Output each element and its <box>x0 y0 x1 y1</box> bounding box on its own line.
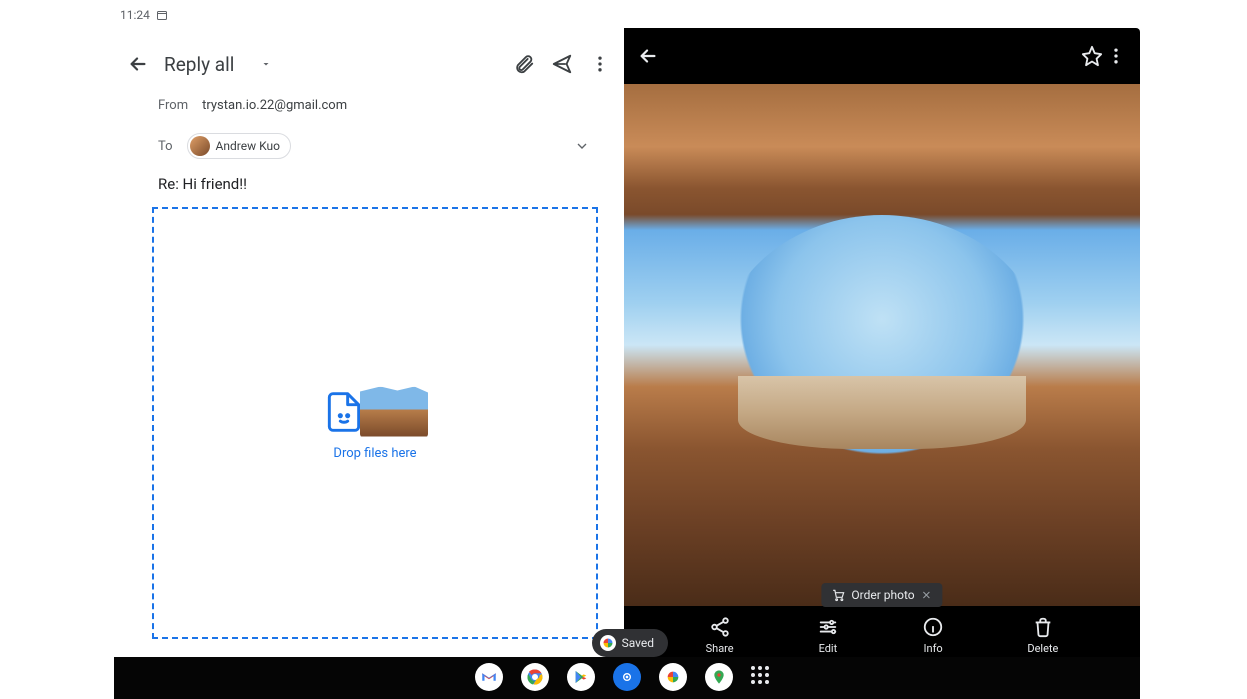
avatar <box>190 136 210 156</box>
to-label: To <box>158 139 173 154</box>
dock-maps[interactable] <box>705 663 733 691</box>
dock <box>0 655 1247 699</box>
drop-text: Drop files here <box>333 446 416 461</box>
from-row: From trystan.io.22@gmail.com <box>114 88 624 123</box>
to-row[interactable]: To Andrew Kuo <box>114 123 624 169</box>
photos-back-button[interactable] <box>636 44 660 68</box>
gmail-compose-pane: Reply all From trystan.io.22@gmail.com T… <box>114 28 624 669</box>
delete-button[interactable]: Delete <box>1027 616 1058 655</box>
send-button[interactable] <box>550 52 574 76</box>
back-button[interactable] <box>126 52 150 76</box>
google-photos-icon <box>600 635 616 651</box>
edit-button[interactable]: Edit <box>817 616 839 655</box>
edit-label: Edit <box>819 642 838 655</box>
subject-line[interactable]: Re: Hi friend!! <box>114 169 624 203</box>
gmail-header: Reply all <box>114 28 624 88</box>
dock-gmail[interactable] <box>475 663 503 691</box>
dock-camera[interactable] <box>613 663 641 691</box>
info-label: Info <box>924 642 943 655</box>
drop-artwork <box>322 386 428 438</box>
delete-label: Delete <box>1027 642 1058 655</box>
reply-mode-dropdown[interactable] <box>254 52 278 76</box>
dragged-photo-thumbnail <box>360 387 428 437</box>
more-button[interactable] <box>588 52 612 76</box>
dock-photos[interactable] <box>659 663 687 691</box>
from-value: trystan.io.22@gmail.com <box>202 98 347 113</box>
calendar-icon <box>156 9 168 21</box>
cart-icon <box>831 588 845 602</box>
dock-chrome[interactable] <box>521 663 549 691</box>
dock-play-store[interactable] <box>567 663 595 691</box>
saved-toast: Saved <box>592 629 668 657</box>
photo-horizon <box>738 376 1027 449</box>
photos-header <box>624 28 1140 84</box>
status-time: 11:24 <box>120 8 150 22</box>
recipient-chip[interactable]: Andrew Kuo <box>187 133 291 159</box>
battery-icon <box>1107 8 1115 20</box>
photos-more-button[interactable] <box>1104 44 1128 68</box>
code-icon <box>1093 8 1105 20</box>
dock-all-apps[interactable] <box>751 666 773 688</box>
order-photo-label: Order photo <box>851 588 914 602</box>
saved-label: Saved <box>622 636 654 650</box>
status-right <box>1093 8 1115 20</box>
from-label: From <box>158 98 188 113</box>
photo-canvas[interactable] <box>624 84 1140 606</box>
recipient-name: Andrew Kuo <box>216 139 280 153</box>
close-icon[interactable] <box>921 589 933 601</box>
attach-button[interactable] <box>512 52 536 76</box>
compose-title: Reply all <box>164 53 234 76</box>
photos-viewer-pane: Order photo Share Edit Info Delete <box>624 28 1140 669</box>
share-label: Share <box>706 642 734 655</box>
file-icon <box>322 386 366 438</box>
order-photo-chip[interactable]: Order photo <box>821 583 942 607</box>
drop-zone[interactable]: Drop files here <box>152 207 598 639</box>
info-button[interactable]: Info <box>922 616 944 655</box>
status-bar: 11:24 <box>120 8 168 22</box>
favorite-button[interactable] <box>1080 44 1104 68</box>
expand-recipients-button[interactable] <box>570 134 594 158</box>
share-button[interactable]: Share <box>706 616 734 655</box>
